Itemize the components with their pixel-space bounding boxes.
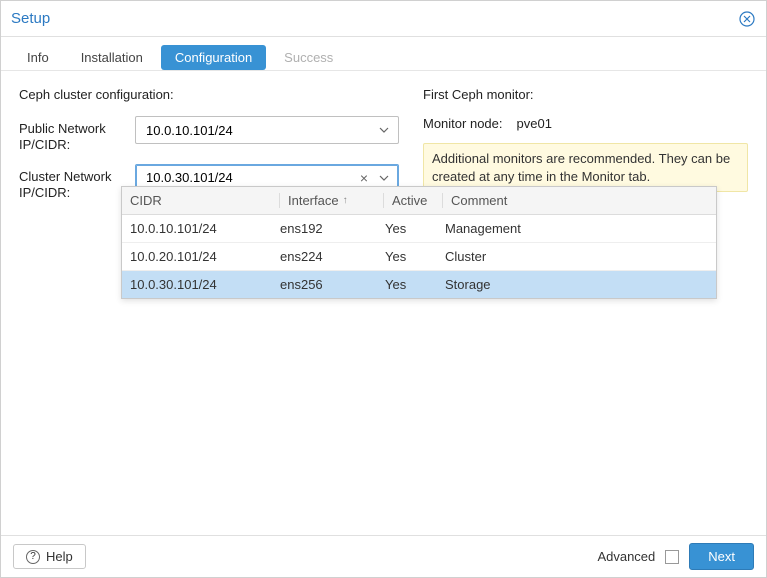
cluster-network-clear[interactable]: × (354, 170, 374, 186)
cell-interface: ens224 (280, 249, 385, 264)
tab-success: Success (270, 45, 347, 70)
next-button[interactable]: Next (689, 543, 754, 570)
chevron-down-icon (379, 127, 389, 133)
cell-active: Yes (385, 277, 445, 292)
dialog-body: Ceph cluster configuration: Public Netwo… (1, 71, 766, 535)
cell-active: Yes (385, 249, 445, 264)
sort-ascending-icon: ↑ (343, 195, 348, 206)
column-right: First Ceph monitor: Monitor node: pve01 … (423, 87, 748, 519)
monitor-info-banner: Additional monitors are recommended. The… (423, 143, 748, 192)
ceph-config-heading: Ceph cluster configuration: (19, 87, 399, 102)
advanced-checkbox[interactable] (665, 550, 679, 564)
public-network-combo[interactable] (135, 116, 399, 144)
dialog-footer: ? Help Advanced Next (1, 535, 766, 577)
chevron-down-icon (379, 175, 389, 181)
cell-cidr: 10.0.20.101/24 (130, 249, 280, 264)
col-header-comment[interactable]: Comment (442, 193, 708, 208)
monitor-node-row: Monitor node: pve01 (423, 116, 748, 131)
cell-active: Yes (385, 221, 445, 236)
public-network-trigger[interactable] (374, 127, 394, 133)
dropdown-header: CIDR Interface ↑ Active Comment (122, 187, 716, 215)
public-network-input[interactable] (144, 122, 374, 139)
dialog-title: Setup (11, 10, 738, 27)
help-button[interactable]: ? Help (13, 544, 86, 569)
monitor-node-value: pve01 (517, 116, 552, 131)
col-header-active[interactable]: Active (383, 193, 443, 208)
help-button-label: Help (46, 549, 73, 564)
monitor-node-label: Monitor node: (423, 116, 503, 131)
cell-comment: Storage (445, 277, 708, 292)
network-dropdown[interactable]: CIDR Interface ↑ Active Comment 10.0.10.… (121, 186, 717, 299)
help-icon: ? (26, 550, 40, 564)
advanced-label: Advanced (597, 549, 655, 564)
col-header-interface[interactable]: Interface ↑ (279, 193, 384, 208)
titlebar: Setup (1, 1, 766, 37)
first-monitor-heading: First Ceph monitor: (423, 87, 748, 102)
public-network-row: Public Network IP/CIDR: (19, 116, 399, 154)
close-icon (739, 11, 755, 27)
col-header-cidr[interactable]: CIDR (130, 193, 280, 208)
cell-cidr: 10.0.10.101/24 (130, 221, 280, 236)
dropdown-row[interactable]: 10.0.30.101/24 ens256 Yes Storage (122, 271, 716, 298)
cell-interface: ens192 (280, 221, 385, 236)
tab-configuration[interactable]: Configuration (161, 45, 266, 70)
public-network-label: Public Network IP/CIDR: (19, 116, 129, 154)
close-button[interactable] (738, 10, 756, 28)
cell-cidr: 10.0.30.101/24 (130, 277, 280, 292)
clear-icon: × (360, 170, 368, 186)
wizard-tabs: Info Installation Configuration Success (1, 37, 766, 71)
cluster-network-input[interactable] (144, 169, 354, 186)
tab-info[interactable]: Info (13, 45, 63, 70)
cluster-network-trigger[interactable] (374, 175, 394, 181)
cell-comment: Cluster (445, 249, 708, 264)
dropdown-row[interactable]: 10.0.10.101/24 ens192 Yes Management (122, 215, 716, 243)
dropdown-row[interactable]: 10.0.20.101/24 ens224 Yes Cluster (122, 243, 716, 271)
setup-dialog: Setup Info Installation Configuration Su… (0, 0, 767, 578)
cell-comment: Management (445, 221, 708, 236)
col-header-interface-label: Interface (288, 193, 339, 208)
cluster-network-label: Cluster Network IP/CIDR: (19, 164, 129, 202)
column-left: Ceph cluster configuration: Public Netwo… (19, 87, 399, 519)
cell-interface: ens256 (280, 277, 385, 292)
tab-installation[interactable]: Installation (67, 45, 157, 70)
